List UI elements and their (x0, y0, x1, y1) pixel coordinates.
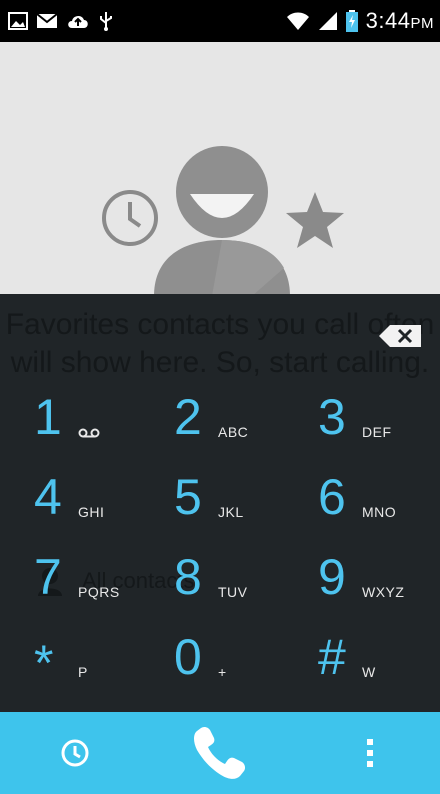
dial-key-6[interactable]: 6 MNO (318, 460, 438, 530)
battery-charging-icon (345, 10, 358, 32)
favorite-star-icon (286, 192, 344, 248)
dial-letters: GHI (78, 504, 105, 520)
dial-key-0[interactable]: 0 + (174, 620, 294, 690)
dial-digit: 4 (34, 469, 62, 525)
status-bar: 3:44PM (0, 0, 440, 42)
dial-key-2[interactable]: 2 ABC (174, 380, 294, 450)
dial-key-1[interactable]: 1 (34, 380, 154, 450)
recents-clock-icon (102, 190, 158, 246)
call-button[interactable] (180, 712, 260, 794)
dial-key-8[interactable]: 8 TUV (174, 540, 294, 610)
recent-calls-button[interactable] (40, 712, 110, 794)
dial-digit: 1 (34, 389, 62, 445)
favorites-empty-illustration (0, 42, 440, 294)
dial-key-9[interactable]: 9 WXYZ (318, 540, 438, 610)
dial-digit: 6 (318, 469, 346, 525)
dial-key-pound[interactable]: # W (318, 620, 438, 690)
dial-key-4[interactable]: 4 GHI (34, 460, 154, 530)
recent-calls-icon (61, 739, 89, 767)
dial-letters: JKL (218, 504, 244, 520)
gmail-icon (36, 13, 58, 28)
overflow-menu-icon (367, 739, 373, 767)
cloud-upload-icon (68, 15, 88, 28)
dial-letters: + (218, 664, 227, 680)
dial-letters: TUV (218, 584, 248, 600)
usb-icon (100, 12, 112, 31)
backspace-button[interactable] (378, 324, 422, 353)
dialpad: Favorites contacts you call often will s… (0, 294, 440, 712)
dial-digit: 5 (174, 469, 202, 525)
dial-letters: ABC (218, 424, 249, 440)
dial-letters: DEF (362, 424, 392, 440)
dial-letters: MNO (362, 504, 397, 520)
favorites-empty-message: Favorites contacts you call often will s… (5, 308, 435, 379)
gallery-icon (8, 12, 28, 30)
dial-digit: 2 (174, 389, 202, 445)
person-avatar-icon (154, 146, 290, 294)
signal-icon (318, 12, 337, 30)
dial-letters: P (78, 664, 88, 680)
dial-digit: # (318, 629, 346, 685)
wifi-icon (286, 12, 309, 30)
voicemail-icon (78, 428, 100, 438)
dial-letters: WXYZ (362, 584, 405, 600)
dial-digit: 7 (34, 549, 62, 605)
dial-key-7[interactable]: 7 PQRS (34, 540, 154, 610)
clock: 3:44PM (365, 8, 434, 33)
dial-letters: W (362, 664, 376, 680)
dial-digit: 0 (174, 629, 202, 685)
dial-digit: 9 (318, 549, 346, 605)
backspace-icon (379, 325, 421, 347)
overflow-menu-button[interactable] (340, 712, 400, 794)
dial-digit: 8 (174, 549, 202, 605)
dial-key-3[interactable]: 3 DEF (318, 380, 438, 450)
call-icon (194, 726, 246, 779)
dial-digit: * (34, 635, 54, 691)
dial-letters: PQRS (78, 584, 120, 600)
dialer-action-bar (0, 712, 440, 794)
dial-digit: 3 (318, 389, 346, 445)
dial-key-5[interactable]: 5 JKL (174, 460, 294, 530)
dial-key-star[interactable]: * P (34, 620, 154, 690)
